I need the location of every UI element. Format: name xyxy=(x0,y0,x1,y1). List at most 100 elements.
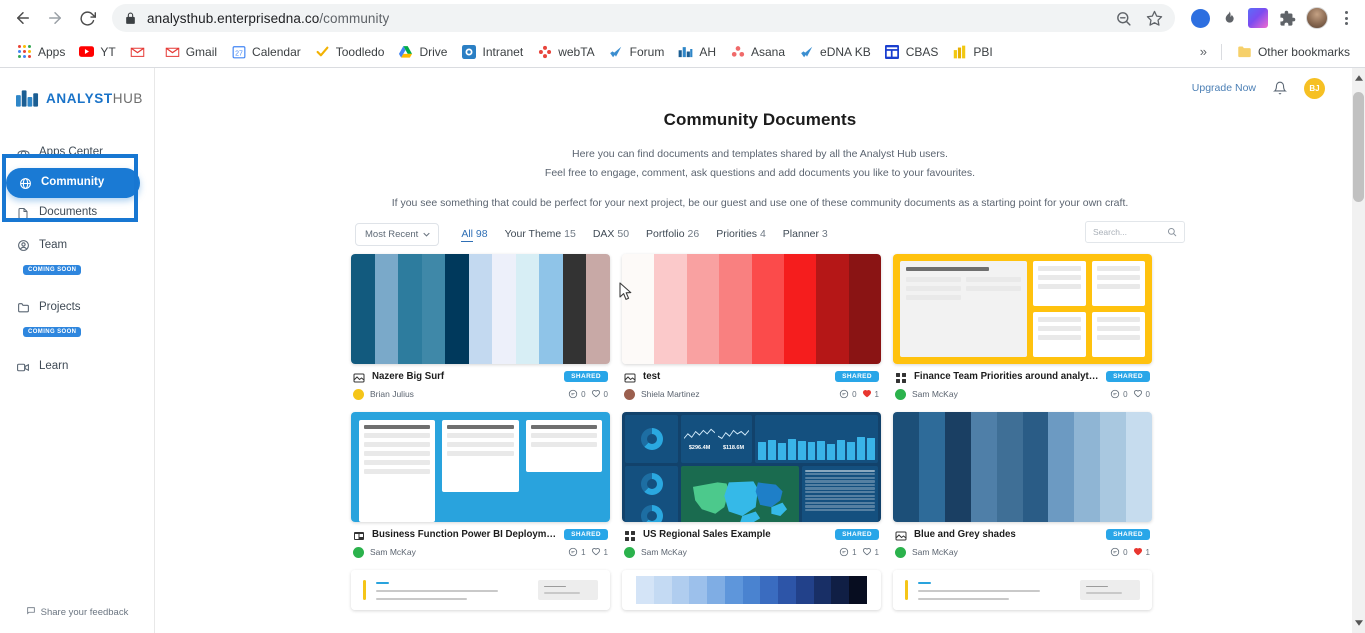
documents-grid-wrapper: Nazere Big Surf SHARED Brian Julius 0 0 xyxy=(155,246,1365,610)
tab-count: 98 xyxy=(475,228,488,241)
card-title: Blue and Grey shades xyxy=(914,529,1016,541)
tab-planner[interactable]: Planner 3 xyxy=(783,228,828,240)
app-logo[interactable]: ANALYSTHUB xyxy=(0,82,154,108)
reload-button[interactable] xyxy=(72,3,102,33)
bookmarks-overflow-button[interactable]: » xyxy=(1194,44,1213,59)
card-thumbnail[interactable] xyxy=(351,569,610,610)
comment-stat[interactable]: 0 xyxy=(568,389,586,399)
tab-dax[interactable]: DAX 50 xyxy=(593,228,629,240)
bookmark-yt[interactable]: YT xyxy=(72,41,122,62)
document-card[interactable]: test SHARED Shiela Martinez 0 1 xyxy=(622,253,881,400)
card-thumbnail[interactable] xyxy=(622,253,881,364)
sidebar-item-projects[interactable]: Projects xyxy=(0,290,154,320)
document-card-partial[interactable] xyxy=(622,569,881,610)
tab-portfolio[interactable]: Portfolio 26 xyxy=(646,228,699,240)
like-stat[interactable]: 1 xyxy=(1133,547,1150,557)
forum-icon xyxy=(609,44,624,59)
like-stat[interactable]: 1 xyxy=(862,547,879,557)
comment-stat[interactable]: 1 xyxy=(839,547,857,557)
like-stat[interactable]: 1 xyxy=(862,389,879,399)
accent-bar xyxy=(905,579,908,600)
zoom-out-icon[interactable] xyxy=(1115,10,1132,27)
scrollbar-thumb[interactable] xyxy=(1353,92,1364,202)
card-thumbnail[interactable] xyxy=(893,569,1152,610)
notification-bell-icon[interactable] xyxy=(1273,81,1287,95)
address-bar[interactable]: analysthub.enterprisedna.co/community xyxy=(112,4,1175,32)
scroll-down-arrow-icon[interactable] xyxy=(1352,615,1365,631)
user-avatar[interactable]: BJ xyxy=(1304,77,1325,99)
sidebar-item-learn[interactable]: Learn xyxy=(0,352,154,382)
bookmark-asana[interactable]: Asana xyxy=(723,41,792,62)
status-badge: SHARED xyxy=(564,371,608,383)
comment-count: 0 xyxy=(852,389,857,399)
page-subtitle-line2: Feel free to engage, comment, ask questi… xyxy=(544,167,976,180)
document-card[interactable]: Finance Team Priorities around analytics… xyxy=(893,253,1152,400)
palette-swatch xyxy=(849,575,867,604)
document-card-partial[interactable] xyxy=(351,569,610,610)
grammarly-extension-icon[interactable] xyxy=(1191,8,1210,28)
card-thumbnail[interactable] xyxy=(351,253,610,364)
document-card[interactable]: Business Function Power BI Deployment Te… xyxy=(351,411,610,558)
browser-menu-button[interactable] xyxy=(1337,11,1355,25)
bookmark-intranet[interactable]: Intranet xyxy=(454,41,530,62)
bookmark-ah[interactable]: AH xyxy=(671,41,723,62)
tab-priorities[interactable]: Priorities 4 xyxy=(716,228,766,240)
sidebar-item-apps-center[interactable]: Apps Center xyxy=(0,138,154,168)
card-thumbnail[interactable] xyxy=(893,253,1152,364)
like-stat[interactable]: 0 xyxy=(1133,389,1150,399)
document-card[interactable]: $296.4M $118.6M US Regional Sales Exampl… xyxy=(622,411,881,558)
document-card[interactable]: Blue and Grey shades SHARED Sam McKay 0 … xyxy=(893,411,1152,558)
bookmark-edna-kb[interactable]: eDNA KB xyxy=(792,41,878,62)
bookmark-cbas[interactable]: CBAS xyxy=(878,41,946,62)
youtube-icon xyxy=(79,44,95,59)
bookmark-calendar[interactable]: 27 Calendar xyxy=(224,41,308,62)
bookmark-drive[interactable]: Drive xyxy=(391,41,454,62)
like-stat[interactable]: 1 xyxy=(591,547,608,557)
back-button[interactable] xyxy=(8,3,38,33)
bookmark-toodledo[interactable]: Toodledo xyxy=(308,41,392,62)
card-thumbnail[interactable] xyxy=(351,411,610,522)
tab-your-theme[interactable]: Your Theme 15 xyxy=(505,228,576,240)
comment-stat[interactable]: 0 xyxy=(1110,389,1128,399)
card-title-row: Blue and Grey shades SHARED xyxy=(895,529,1150,541)
document-card[interactable]: Nazere Big Surf SHARED Brian Julius 0 0 xyxy=(351,253,610,400)
search-icon[interactable] xyxy=(1167,227,1177,237)
bookmark-pbi[interactable]: PBI xyxy=(945,41,999,62)
scroll-up-arrow-icon[interactable] xyxy=(1352,70,1365,86)
vertical-scrollbar[interactable] xyxy=(1352,68,1365,633)
upgrade-now-link[interactable]: Upgrade Now xyxy=(1192,82,1256,94)
kpi-value-2: $118.6M xyxy=(722,444,745,451)
bi-kpi-panel: $296.4M $118.6M xyxy=(681,414,752,463)
sidebar-item-documents[interactable]: Documents xyxy=(0,198,154,228)
bookmark-apps[interactable]: Apps xyxy=(10,41,72,62)
share-feedback-link[interactable]: Share your feedback xyxy=(0,606,154,619)
card-thumbnail[interactable] xyxy=(893,411,1152,522)
sidebar-item-label: Team xyxy=(39,238,68,251)
bookmark-webta[interactable]: webTA xyxy=(530,41,601,62)
profile-avatar-icon[interactable] xyxy=(1306,7,1328,29)
sidebar-item-team[interactable]: Team xyxy=(0,228,154,258)
flame-extension-icon[interactable] xyxy=(1219,8,1239,28)
comment-stat[interactable]: 0 xyxy=(1110,547,1128,557)
card-thumbnail[interactable] xyxy=(622,569,881,610)
card-thumbnail[interactable]: $296.4M $118.6M xyxy=(622,411,881,522)
tab-label: Priorities xyxy=(716,228,758,241)
card-stats: 1 1 xyxy=(568,547,608,557)
search-box[interactable] xyxy=(1085,220,1185,243)
sidebar-item-community[interactable]: Community xyxy=(6,168,140,198)
comment-stat[interactable]: 1 xyxy=(568,547,586,557)
sort-dropdown[interactable]: Most Recent xyxy=(355,222,440,246)
document-card-partial[interactable] xyxy=(893,569,1152,610)
star-icon[interactable] xyxy=(1146,10,1163,27)
search-input[interactable] xyxy=(1093,226,1167,237)
comment-stat[interactable]: 0 xyxy=(839,389,857,399)
bookmark-gmail[interactable]: Gmail xyxy=(158,41,224,62)
gradient-extension-icon[interactable] xyxy=(1248,8,1268,28)
bookmark-forum[interactable]: Forum xyxy=(602,41,672,62)
forward-button[interactable] xyxy=(40,3,70,33)
extensions-puzzle-icon[interactable] xyxy=(1277,8,1297,28)
like-stat[interactable]: 0 xyxy=(591,389,608,399)
tab-all[interactable]: All 98 xyxy=(461,228,488,243)
bookmark-gmail-1[interactable] xyxy=(123,41,158,62)
other-bookmarks-folder[interactable]: Other bookmarks xyxy=(1230,41,1357,62)
